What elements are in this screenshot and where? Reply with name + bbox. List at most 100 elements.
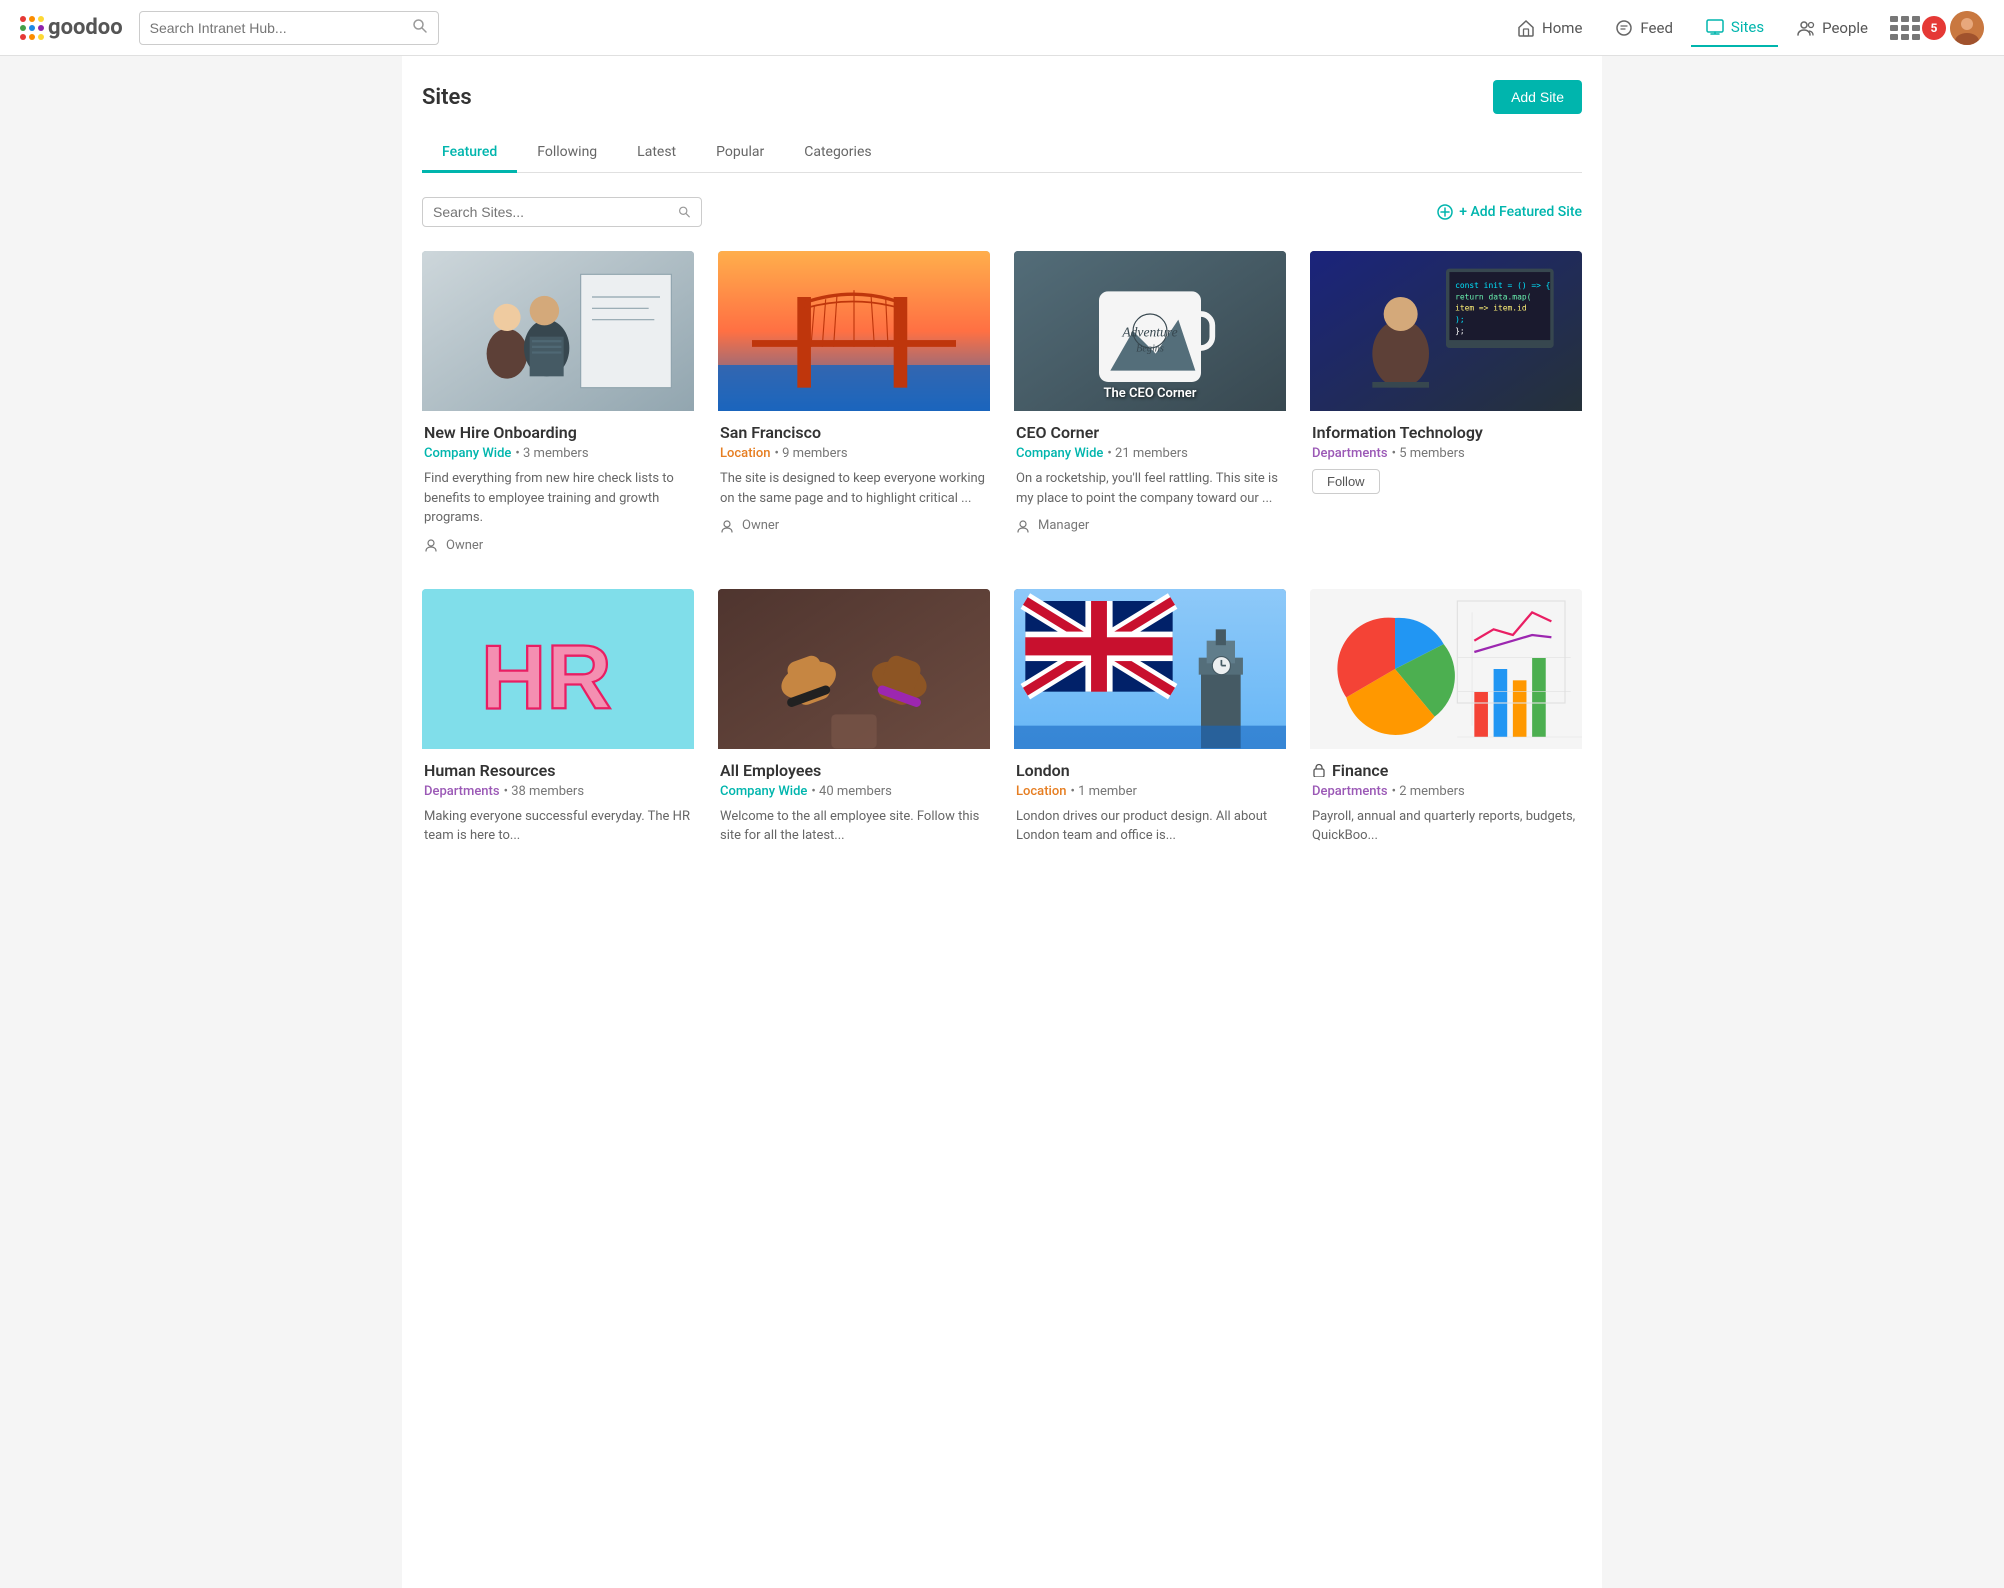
card-footer: Manager — [1016, 518, 1284, 533]
card-title: Finance — [1312, 761, 1580, 780]
role-icon — [720, 519, 734, 533]
card-role: Manager — [1038, 518, 1089, 533]
search-bar — [139, 11, 439, 45]
card-members: • 5 members — [1392, 446, 1465, 461]
card-members: • 38 members — [504, 784, 584, 799]
card-meta: Departments • 38 members — [424, 784, 692, 799]
lock-icon — [1312, 763, 1326, 777]
svg-text:Begins: Begins — [1136, 343, 1164, 354]
site-card-human-resources[interactable]: HR Human Resources Departments • 38 memb… — [422, 589, 694, 868]
nav-links: Home Feed Sites People — [1502, 9, 1984, 47]
all-emp-illustration — [718, 589, 990, 749]
card-role: Owner — [446, 538, 483, 553]
card-description: Making everyone successful everyday. The… — [424, 807, 692, 846]
ceo-image-label: The CEO Corner — [1104, 386, 1197, 401]
it-illustration: const init = () => { return data.map( it… — [1310, 251, 1582, 411]
card-image-all-emp — [718, 589, 990, 749]
tabs: Featured Following Latest Popular Catego… — [422, 134, 1582, 173]
finance-illustration — [1310, 589, 1582, 749]
logo-text: goodoo — [48, 15, 123, 40]
tab-featured[interactable]: Featured — [422, 134, 517, 173]
card-description: London drives our product design. All ab… — [1016, 807, 1284, 846]
nav-home-label: Home — [1542, 19, 1582, 37]
card-body-all-emp: All Employees Company Wide • 40 members … — [718, 749, 990, 868]
tab-following[interactable]: Following — [517, 134, 617, 173]
card-category: Departments — [424, 784, 500, 799]
sites-search-input[interactable] — [433, 204, 670, 220]
header: goodoo Home Feed — [0, 0, 2004, 56]
logo[interactable]: goodoo — [20, 15, 123, 40]
card-description: Welcome to the all employee site. Follow… — [720, 807, 988, 846]
add-featured-site-link[interactable]: + Add Featured Site — [1437, 204, 1582, 220]
nav-people[interactable]: People — [1782, 10, 1882, 46]
card-title: London — [1016, 761, 1284, 780]
card-meta: Company Wide • 40 members — [720, 784, 988, 799]
site-card-finance[interactable]: Finance Departments • 2 members Payroll,… — [1310, 589, 1582, 868]
card-meta: Company Wide • 3 members — [424, 446, 692, 461]
card-image-it: const init = () => { return data.map( it… — [1310, 251, 1582, 411]
apps-grid-icon[interactable] — [1886, 12, 1918, 44]
notification-badge[interactable]: 5 — [1922, 16, 1946, 40]
svg-text:HR: HR — [481, 627, 612, 728]
card-meta: Departments • 5 members — [1312, 446, 1580, 461]
card-members: • 21 members — [1107, 446, 1187, 461]
search-input[interactable] — [150, 20, 404, 36]
search-row: + Add Featured Site — [422, 197, 1582, 227]
role-icon — [1016, 519, 1030, 533]
card-category: Departments — [1312, 446, 1388, 461]
site-card-new-hire-onboarding[interactable]: New Hire Onboarding Company Wide • 3 mem… — [422, 251, 694, 565]
tab-latest[interactable]: Latest — [617, 134, 696, 173]
site-card-ceo-corner[interactable]: Adventure Begins The CEO Corner CEO Corn… — [1014, 251, 1286, 565]
svg-text:);: ); — [1455, 315, 1465, 324]
card-body-it: Information Technology Departments • 5 m… — [1310, 411, 1582, 514]
sites-search-bar — [422, 197, 702, 227]
card-footer: Owner — [424, 538, 692, 553]
nav-sites-label: Sites — [1731, 18, 1764, 36]
card-title: CEO Corner — [1016, 423, 1284, 442]
feed-icon — [1614, 18, 1634, 38]
card-category: Company Wide — [424, 446, 511, 461]
tab-popular[interactable]: Popular — [696, 134, 784, 173]
sites-search-icon — [678, 205, 691, 219]
tab-categories[interactable]: Categories — [784, 134, 891, 173]
card-image-hr: HR — [422, 589, 694, 749]
card-image-finance — [1310, 589, 1582, 749]
site-card-information-technology[interactable]: const init = () => { return data.map( it… — [1310, 251, 1582, 565]
card-description: The site is designed to keep everyone wo… — [720, 469, 988, 508]
nav-feed-label: Feed — [1640, 19, 1673, 37]
sites-icon — [1705, 17, 1725, 37]
nav-sites[interactable]: Sites — [1691, 9, 1778, 47]
card-title: New Hire Onboarding — [424, 423, 692, 442]
site-card-london[interactable]: London Location • 1 member London drives… — [1014, 589, 1286, 868]
card-body-london: London Location • 1 member London drives… — [1014, 749, 1286, 868]
avatar[interactable] — [1950, 11, 1984, 45]
card-members: • 2 members — [1392, 784, 1465, 799]
london-illustration — [1014, 589, 1286, 749]
card-description: Payroll, annual and quarterly reports, b… — [1312, 807, 1580, 846]
card-members: • 9 members — [774, 446, 847, 461]
card-title: San Francisco — [720, 423, 988, 442]
svg-text:return data.map(: return data.map( — [1455, 292, 1531, 301]
card-role: Owner — [742, 518, 779, 533]
svg-text:};: }; — [1455, 326, 1465, 335]
card-image-london — [1014, 589, 1286, 749]
add-site-button[interactable]: Add Site — [1493, 80, 1582, 114]
role-icon — [424, 538, 438, 552]
card-members: • 3 members — [515, 446, 588, 461]
nav-home[interactable]: Home — [1502, 10, 1596, 46]
svg-text:const init = () => {: const init = () => { — [1455, 281, 1550, 290]
hr-illustration: HR — [422, 589, 694, 749]
card-body-ceo: CEO Corner Company Wide • 21 members On … — [1014, 411, 1286, 545]
follow-button[interactable]: Follow — [1312, 469, 1380, 494]
page-title: Sites — [422, 85, 472, 110]
site-card-san-francisco[interactable]: San Francisco Location • 9 members The s… — [718, 251, 990, 565]
nav-feed[interactable]: Feed — [1600, 10, 1687, 46]
logo-dots — [20, 16, 44, 40]
card-footer: Owner — [720, 518, 988, 533]
card-description: On a rocketship, you'll feel rattling. T… — [1016, 469, 1284, 508]
card-image-onboarding — [422, 251, 694, 411]
nav-people-label: People — [1822, 19, 1868, 37]
add-icon — [1437, 204, 1453, 220]
site-card-all-employees[interactable]: All Employees Company Wide • 40 members … — [718, 589, 990, 868]
home-icon — [1516, 18, 1536, 38]
